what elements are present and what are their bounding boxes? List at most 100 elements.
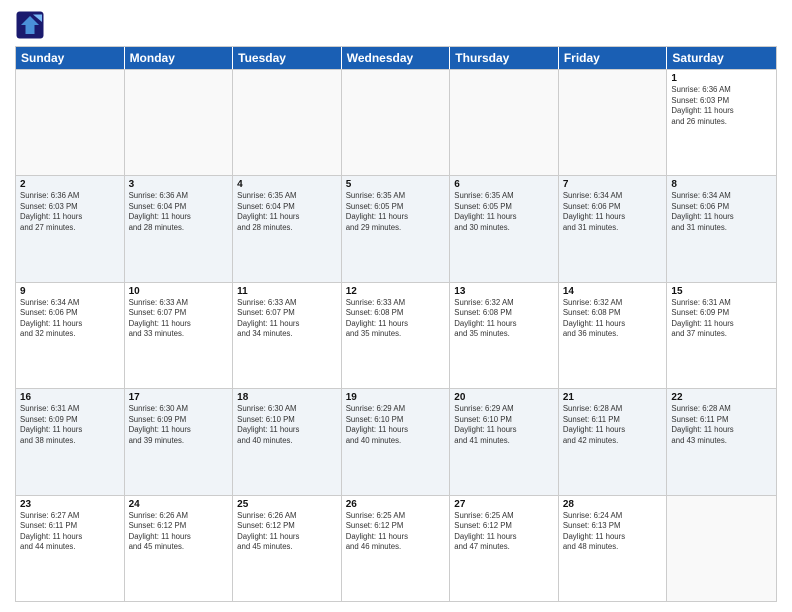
calendar-cell: 26Sunrise: 6:25 AM Sunset: 6:12 PM Dayli… xyxy=(342,496,451,601)
cell-info: Sunrise: 6:31 AM Sunset: 6:09 PM Dayligh… xyxy=(671,298,772,340)
day-number: 6 xyxy=(454,179,554,190)
logo-icon xyxy=(15,10,45,40)
calendar-cell: 20Sunrise: 6:29 AM Sunset: 6:10 PM Dayli… xyxy=(450,389,559,494)
calendar-cell xyxy=(233,70,342,175)
day-header: Monday xyxy=(125,47,234,69)
calendar-cell: 27Sunrise: 6:25 AM Sunset: 6:12 PM Dayli… xyxy=(450,496,559,601)
cell-info: Sunrise: 6:36 AM Sunset: 6:03 PM Dayligh… xyxy=(671,85,772,127)
cell-info: Sunrise: 6:30 AM Sunset: 6:10 PM Dayligh… xyxy=(237,404,337,446)
calendar-cell: 14Sunrise: 6:32 AM Sunset: 6:08 PM Dayli… xyxy=(559,283,668,388)
calendar-cell: 1Sunrise: 6:36 AM Sunset: 6:03 PM Daylig… xyxy=(667,70,776,175)
cell-info: Sunrise: 6:33 AM Sunset: 6:07 PM Dayligh… xyxy=(237,298,337,340)
day-number: 19 xyxy=(346,392,446,403)
day-number: 28 xyxy=(563,499,663,510)
day-number: 27 xyxy=(454,499,554,510)
day-number: 9 xyxy=(20,286,120,297)
calendar-cell xyxy=(16,70,125,175)
cell-info: Sunrise: 6:32 AM Sunset: 6:08 PM Dayligh… xyxy=(563,298,663,340)
day-number: 16 xyxy=(20,392,120,403)
calendar-cell: 23Sunrise: 6:27 AM Sunset: 6:11 PM Dayli… xyxy=(16,496,125,601)
calendar-cell: 22Sunrise: 6:28 AM Sunset: 6:11 PM Dayli… xyxy=(667,389,776,494)
day-number: 17 xyxy=(129,392,229,403)
day-number: 7 xyxy=(563,179,663,190)
day-header: Saturday xyxy=(667,47,776,69)
calendar-cell xyxy=(667,496,776,601)
day-number: 25 xyxy=(237,499,337,510)
cell-info: Sunrise: 6:35 AM Sunset: 6:04 PM Dayligh… xyxy=(237,191,337,233)
cell-info: Sunrise: 6:34 AM Sunset: 6:06 PM Dayligh… xyxy=(671,191,772,233)
cell-info: Sunrise: 6:31 AM Sunset: 6:09 PM Dayligh… xyxy=(20,404,120,446)
calendar-cell: 18Sunrise: 6:30 AM Sunset: 6:10 PM Dayli… xyxy=(233,389,342,494)
day-number: 4 xyxy=(237,179,337,190)
calendar-cell: 6Sunrise: 6:35 AM Sunset: 6:05 PM Daylig… xyxy=(450,176,559,281)
cell-info: Sunrise: 6:36 AM Sunset: 6:04 PM Dayligh… xyxy=(129,191,229,233)
calendar-cell: 5Sunrise: 6:35 AM Sunset: 6:05 PM Daylig… xyxy=(342,176,451,281)
calendar: SundayMondayTuesdayWednesdayThursdayFrid… xyxy=(15,46,777,602)
cell-info: Sunrise: 6:25 AM Sunset: 6:12 PM Dayligh… xyxy=(346,511,446,553)
day-number: 8 xyxy=(671,179,772,190)
cell-info: Sunrise: 6:34 AM Sunset: 6:06 PM Dayligh… xyxy=(563,191,663,233)
cell-info: Sunrise: 6:34 AM Sunset: 6:06 PM Dayligh… xyxy=(20,298,120,340)
cell-info: Sunrise: 6:29 AM Sunset: 6:10 PM Dayligh… xyxy=(454,404,554,446)
day-header: Tuesday xyxy=(233,47,342,69)
calendar-cell: 11Sunrise: 6:33 AM Sunset: 6:07 PM Dayli… xyxy=(233,283,342,388)
calendar-cell: 12Sunrise: 6:33 AM Sunset: 6:08 PM Dayli… xyxy=(342,283,451,388)
day-number: 5 xyxy=(346,179,446,190)
calendar-cell: 21Sunrise: 6:28 AM Sunset: 6:11 PM Dayli… xyxy=(559,389,668,494)
week-row: 2Sunrise: 6:36 AM Sunset: 6:03 PM Daylig… xyxy=(16,175,776,281)
calendar-cell: 9Sunrise: 6:34 AM Sunset: 6:06 PM Daylig… xyxy=(16,283,125,388)
week-row: 9Sunrise: 6:34 AM Sunset: 6:06 PM Daylig… xyxy=(16,282,776,388)
cell-info: Sunrise: 6:36 AM Sunset: 6:03 PM Dayligh… xyxy=(20,191,120,233)
day-number: 12 xyxy=(346,286,446,297)
calendar-cell: 16Sunrise: 6:31 AM Sunset: 6:09 PM Dayli… xyxy=(16,389,125,494)
cell-info: Sunrise: 6:26 AM Sunset: 6:12 PM Dayligh… xyxy=(129,511,229,553)
calendar-cell: 19Sunrise: 6:29 AM Sunset: 6:10 PM Dayli… xyxy=(342,389,451,494)
day-number: 13 xyxy=(454,286,554,297)
calendar-cell: 24Sunrise: 6:26 AM Sunset: 6:12 PM Dayli… xyxy=(125,496,234,601)
calendar-cell: 15Sunrise: 6:31 AM Sunset: 6:09 PM Dayli… xyxy=(667,283,776,388)
calendar-cell: 4Sunrise: 6:35 AM Sunset: 6:04 PM Daylig… xyxy=(233,176,342,281)
weeks: 1Sunrise: 6:36 AM Sunset: 6:03 PM Daylig… xyxy=(16,69,776,601)
cell-info: Sunrise: 6:33 AM Sunset: 6:08 PM Dayligh… xyxy=(346,298,446,340)
cell-info: Sunrise: 6:26 AM Sunset: 6:12 PM Dayligh… xyxy=(237,511,337,553)
calendar-cell: 17Sunrise: 6:30 AM Sunset: 6:09 PM Dayli… xyxy=(125,389,234,494)
week-row: 1Sunrise: 6:36 AM Sunset: 6:03 PM Daylig… xyxy=(16,69,776,175)
day-number: 26 xyxy=(346,499,446,510)
day-number: 23 xyxy=(20,499,120,510)
day-number: 14 xyxy=(563,286,663,297)
page: SundayMondayTuesdayWednesdayThursdayFrid… xyxy=(0,0,792,612)
day-header: Sunday xyxy=(16,47,125,69)
header xyxy=(15,10,777,40)
calendar-cell xyxy=(342,70,451,175)
calendar-cell: 2Sunrise: 6:36 AM Sunset: 6:03 PM Daylig… xyxy=(16,176,125,281)
day-number: 3 xyxy=(129,179,229,190)
calendar-cell: 3Sunrise: 6:36 AM Sunset: 6:04 PM Daylig… xyxy=(125,176,234,281)
day-number: 22 xyxy=(671,392,772,403)
cell-info: Sunrise: 6:27 AM Sunset: 6:11 PM Dayligh… xyxy=(20,511,120,553)
cell-info: Sunrise: 6:35 AM Sunset: 6:05 PM Dayligh… xyxy=(454,191,554,233)
cell-info: Sunrise: 6:35 AM Sunset: 6:05 PM Dayligh… xyxy=(346,191,446,233)
week-row: 16Sunrise: 6:31 AM Sunset: 6:09 PM Dayli… xyxy=(16,388,776,494)
cell-info: Sunrise: 6:25 AM Sunset: 6:12 PM Dayligh… xyxy=(454,511,554,553)
calendar-cell: 10Sunrise: 6:33 AM Sunset: 6:07 PM Dayli… xyxy=(125,283,234,388)
day-number: 18 xyxy=(237,392,337,403)
cell-info: Sunrise: 6:28 AM Sunset: 6:11 PM Dayligh… xyxy=(671,404,772,446)
day-headers: SundayMondayTuesdayWednesdayThursdayFrid… xyxy=(16,47,776,69)
calendar-cell: 7Sunrise: 6:34 AM Sunset: 6:06 PM Daylig… xyxy=(559,176,668,281)
calendar-cell xyxy=(559,70,668,175)
day-header: Friday xyxy=(559,47,668,69)
day-number: 2 xyxy=(20,179,120,190)
cell-info: Sunrise: 6:29 AM Sunset: 6:10 PM Dayligh… xyxy=(346,404,446,446)
day-header: Wednesday xyxy=(342,47,451,69)
day-number: 10 xyxy=(129,286,229,297)
calendar-cell: 13Sunrise: 6:32 AM Sunset: 6:08 PM Dayli… xyxy=(450,283,559,388)
cell-info: Sunrise: 6:30 AM Sunset: 6:09 PM Dayligh… xyxy=(129,404,229,446)
day-number: 21 xyxy=(563,392,663,403)
calendar-cell: 25Sunrise: 6:26 AM Sunset: 6:12 PM Dayli… xyxy=(233,496,342,601)
week-row: 23Sunrise: 6:27 AM Sunset: 6:11 PM Dayli… xyxy=(16,495,776,601)
day-number: 1 xyxy=(671,73,772,84)
calendar-cell: 8Sunrise: 6:34 AM Sunset: 6:06 PM Daylig… xyxy=(667,176,776,281)
cell-info: Sunrise: 6:32 AM Sunset: 6:08 PM Dayligh… xyxy=(454,298,554,340)
day-number: 24 xyxy=(129,499,229,510)
day-number: 15 xyxy=(671,286,772,297)
